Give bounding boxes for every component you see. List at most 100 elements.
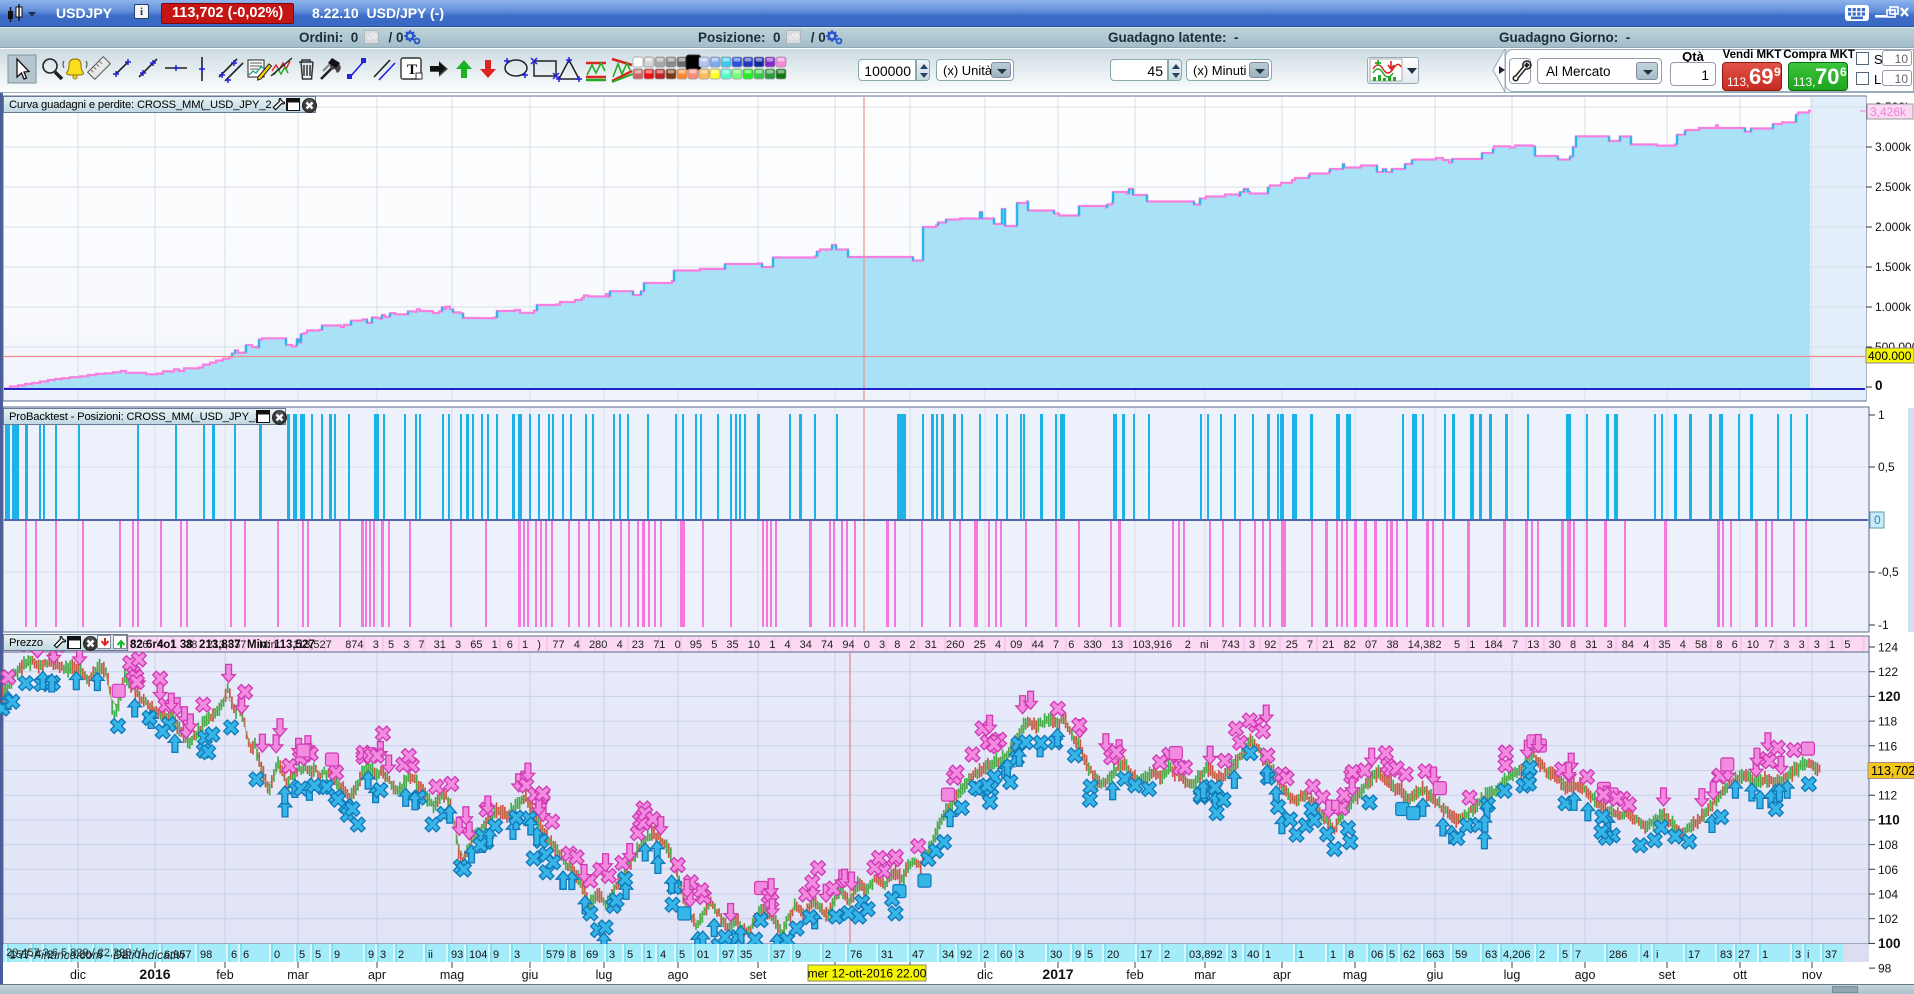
svg-text:2017: 2017 [1042,966,1073,982]
svg-text:104: 104 [1878,888,1898,902]
svg-text:3: 3 [455,639,461,651]
svg-text:69: 69 [586,949,598,961]
svg-text:20.457 3 6 5,829 / 22,298 /: 20.457 3 6 5,829 / 22,298 / 1 [6,947,147,959]
svg-text:2: 2 [909,639,915,651]
svg-text:37: 37 [1825,949,1837,961]
svg-text:2: 2 [1164,949,1170,961]
svg-text:4: 4 [660,949,666,961]
svg-text:400.000: 400.000 [1868,349,1912,363]
svg-text:77: 77 [552,639,564,651]
svg-text:ii: ii [428,949,433,961]
svg-text:31: 31 [881,949,893,961]
svg-text:3: 3 [514,949,520,961]
svg-text:6: 6 [1732,639,1738,651]
svg-text:4: 4 [1643,639,1649,651]
svg-text:4: 4 [995,639,1001,651]
svg-text:83: 83 [1720,949,1732,961]
svg-text:5: 5 [388,639,394,651]
svg-text:260: 260 [946,639,964,651]
svg-text:1: 1 [1829,639,1835,651]
svg-text:): ) [537,639,541,651]
svg-text:lug: lug [1504,968,1521,982]
svg-text:9: 9 [493,949,499,961]
svg-text:06: 06 [1371,949,1383,961]
svg-text:ago: ago [668,968,689,982]
svg-text:7: 7 [1307,639,1313,651]
svg-text:i: i [1807,949,1809,961]
svg-text:09: 09 [1010,639,1022,651]
svg-text:20: 20 [1107,949,1119,961]
svg-text:3: 3 [1018,949,1024,961]
svg-text:31: 31 [1585,639,1597,651]
svg-text:0: 0 [864,639,870,651]
svg-text:feb: feb [216,968,233,982]
svg-text:giu: giu [522,968,539,982]
svg-text:30: 30 [1549,639,1561,651]
svg-text:7: 7 [1575,949,1581,961]
svg-text:01: 01 [697,949,709,961]
svg-text:dic: dic [977,968,993,982]
svg-text:-0,5: -0,5 [1878,565,1899,579]
svg-text:ago: ago [1575,968,1596,982]
svg-text:2.500k: 2.500k [1875,180,1912,194]
svg-text:25: 25 [1286,639,1298,651]
svg-text:35: 35 [726,639,738,651]
svg-text:1: 1 [1298,949,1304,961]
svg-text:1: 1 [1469,639,1475,651]
svg-text:10: 10 [748,639,760,651]
svg-text:34: 34 [942,949,954,961]
svg-text:92: 92 [960,949,972,961]
svg-text:1: 1 [1330,949,1336,961]
svg-text:1: 1 [492,639,498,651]
svg-text:663: 663 [1426,949,1444,961]
svg-text:102: 102 [1878,912,1898,926]
svg-text:7: 7 [418,639,424,651]
svg-text:31: 31 [925,639,937,651]
svg-text:47: 47 [912,949,924,961]
svg-text:95: 95 [690,639,702,651]
svg-text:92: 92 [1264,639,1276,651]
svg-text:40: 40 [1247,949,1259,961]
svg-text:104: 104 [469,949,487,961]
svg-text:i: i [1656,949,1658,961]
svg-text:1: 1 [1878,408,1885,422]
svg-text:3: 3 [1814,639,1820,651]
svg-text:112: 112 [1878,789,1897,803]
svg-text:2016: 2016 [139,966,170,982]
svg-text:5: 5 [299,949,305,961]
svg-text:35: 35 [740,949,752,961]
svg-text:120: 120 [1878,689,1901,704]
svg-text:5: 5 [627,949,633,961]
svg-text:2: 2 [983,949,989,961]
svg-text:4: 4 [1643,949,1649,961]
svg-text:116: 116 [1878,739,1897,753]
svg-text:apr: apr [368,968,386,982]
svg-text:3: 3 [1607,639,1613,651]
svg-text:13: 13 [1111,639,1123,651]
svg-text:4: 4 [617,639,623,651]
svg-text:3: 3 [403,639,409,651]
svg-text:8: 8 [1348,949,1354,961]
svg-text:3: 3 [879,639,885,651]
svg-text:ott: ott [1733,968,1747,982]
svg-text:10: 10 [1747,639,1759,651]
svg-text:0: 0 [1874,513,1881,527]
svg-text:4,206: 4,206 [1503,949,1531,961]
svg-text:5: 5 [1844,639,1850,651]
svg-text:63: 63 [1485,949,1497,961]
svg-text:14,382: 14,382 [1408,639,1442,651]
svg-text:98: 98 [200,949,212,961]
svg-text:62: 62 [1403,949,1415,961]
svg-text:nov: nov [1802,968,1823,982]
svg-text:3: 3 [1799,639,1805,651]
svg-text:65: 65 [470,639,482,651]
svg-text:124: 124 [1878,641,1898,655]
svg-text:6: 6 [243,949,249,961]
svg-text:122: 122 [1878,665,1898,679]
svg-text:4: 4 [574,639,580,651]
svg-text:3: 3 [380,949,386,961]
svg-text:3: 3 [1795,949,1801,961]
svg-text:76: 76 [850,949,862,961]
svg-text:113,702: 113,702 [1871,764,1914,778]
svg-text:9: 9 [795,949,801,961]
